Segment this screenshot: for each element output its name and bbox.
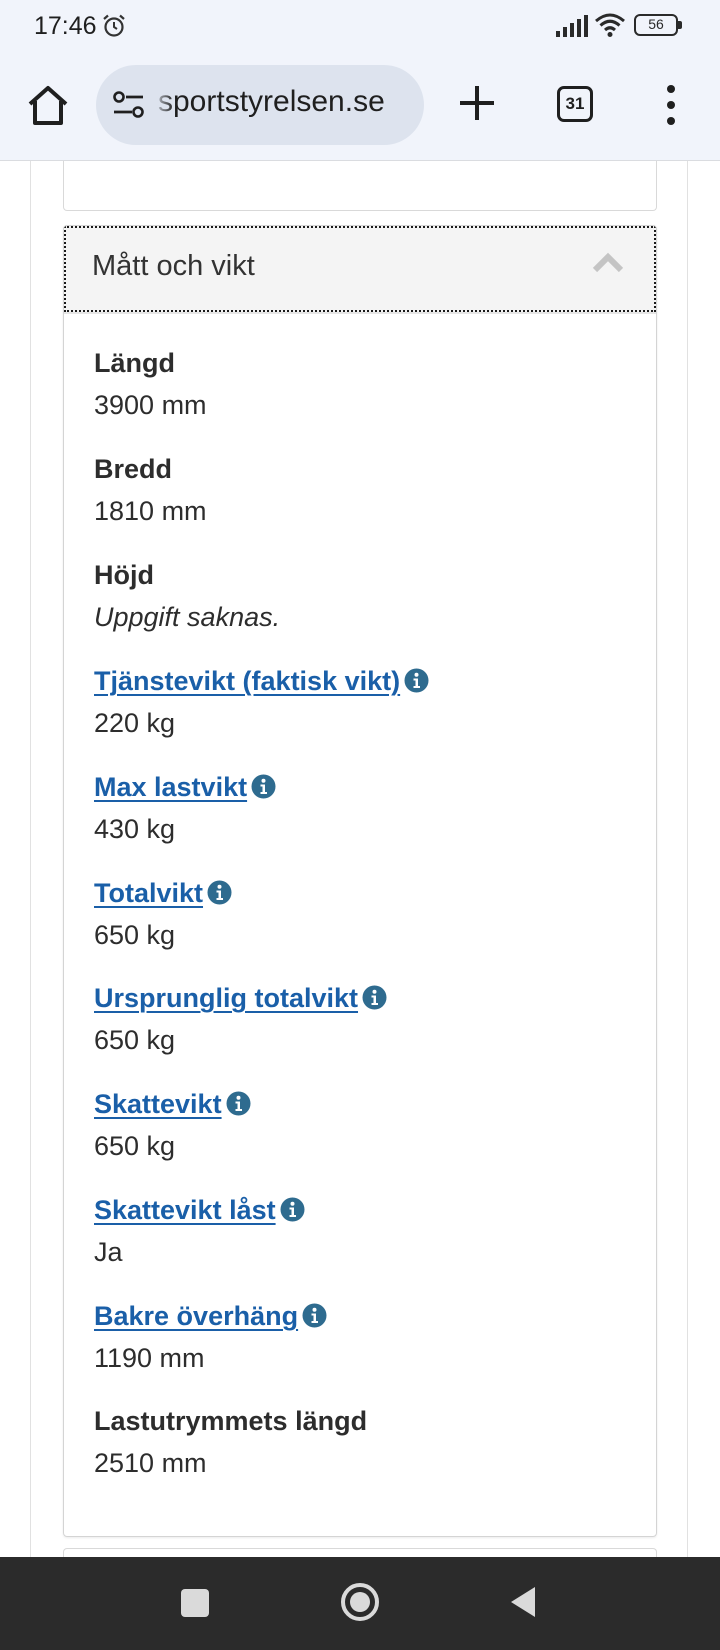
recents-button[interactable] [181,1589,209,1617]
max-lastvikt-link[interactable]: Max lastvikt [94,772,247,802]
chevron-up-icon[interactable] [592,252,624,274]
signal-icon [556,15,588,37]
panel-title: Mått och vikt [92,250,255,282]
tjanstevikt-link[interactable]: Tjänstevikt (faktisk vikt) [94,666,400,696]
totalvikt-link[interactable]: Totalvikt [94,878,203,908]
panel-header[interactable]: Mått och vikt [64,226,656,312]
url-bar[interactable]: sportstyrelsen.se [96,65,424,145]
info-icon[interactable] [207,880,232,905]
ursprunglig-totalvikt-link[interactable]: Ursprunglig totalvikt [94,983,358,1013]
field-label: Lastutrymmets längd [94,1406,368,1436]
field-value: Ja [94,1237,123,1267]
status-time: 17:46 [34,12,97,40]
field-value: 220 kg [94,708,176,738]
home-icon[interactable] [24,82,72,130]
field-value: 650 kg [94,920,176,950]
info-icon[interactable] [251,774,276,799]
battery-icon: 56 [634,14,682,36]
field-value: 1810 mm [94,496,207,526]
field-ursprunglig-totalvikt: Ursprunglig totalvikt 650 kg [94,983,387,1056]
bakre-overhang-link[interactable]: Bakre överhäng [94,1301,298,1331]
previous-panel [63,161,657,211]
wifi-icon [595,13,625,37]
field-value: 430 kg [94,814,176,844]
field-max-lastvikt: Max lastvikt 430 kg [94,772,276,845]
dimensions-weight-panel: Mått och vikt Längd 3900 mm Bredd 1810 m… [63,225,657,1537]
status-bar: 17:46 56 [0,0,720,54]
navigation-bar [0,1557,720,1650]
field-label: Längd [94,348,175,378]
field-value: Uppgift saknas. [94,602,281,632]
site-settings-icon[interactable] [112,89,146,121]
info-icon[interactable] [280,1197,305,1222]
field-bredd: Bredd 1810 mm [94,454,207,527]
info-icon[interactable] [404,668,429,693]
info-icon[interactable] [362,985,387,1010]
field-hojd: Höjd Uppgift saknas. [94,560,280,633]
field-bakre-overhang: Bakre överhäng 1190 mm [94,1301,327,1374]
field-langd: Längd 3900 mm [94,348,207,421]
field-label: Bredd [94,454,173,484]
alarm-icon [103,14,125,37]
plus-icon[interactable] [454,80,500,126]
back-button[interactable] [508,1585,538,1619]
info-icon[interactable] [226,1091,251,1116]
field-label: Höjd [94,560,154,590]
skattevikt-last-link[interactable]: Skattevikt låst [94,1195,276,1225]
field-skattevikt-last: Skattevikt låst Ja [94,1195,305,1268]
battery-level: 56 [648,16,664,32]
more-vert-icon[interactable] [656,82,686,128]
field-value: 2510 mm [94,1448,207,1478]
tabs-icon[interactable]: 31 [557,86,593,122]
field-value: 1190 mm [94,1343,205,1373]
home-nav-button[interactable] [340,1582,380,1622]
field-value: 3900 mm [94,390,207,420]
field-value: 650 kg [94,1025,176,1055]
field-tjanstevikt: Tjänstevikt (faktisk vikt) 220 kg [94,666,429,739]
field-value: 650 kg [94,1131,176,1161]
browser-toolbar: sportstyrelsen.se 31 [0,54,720,161]
field-lastutrymmets-langd: Lastutrymmets längd 2510 mm [94,1406,367,1479]
url-text[interactable]: sportstyrelsen.se [158,85,385,119]
field-skattevikt: Skattevikt 650 kg [94,1089,251,1162]
field-totalvikt: Totalvikt 650 kg [94,878,232,951]
skattevikt-link[interactable]: Skattevikt [94,1089,222,1119]
info-icon[interactable] [302,1303,327,1328]
